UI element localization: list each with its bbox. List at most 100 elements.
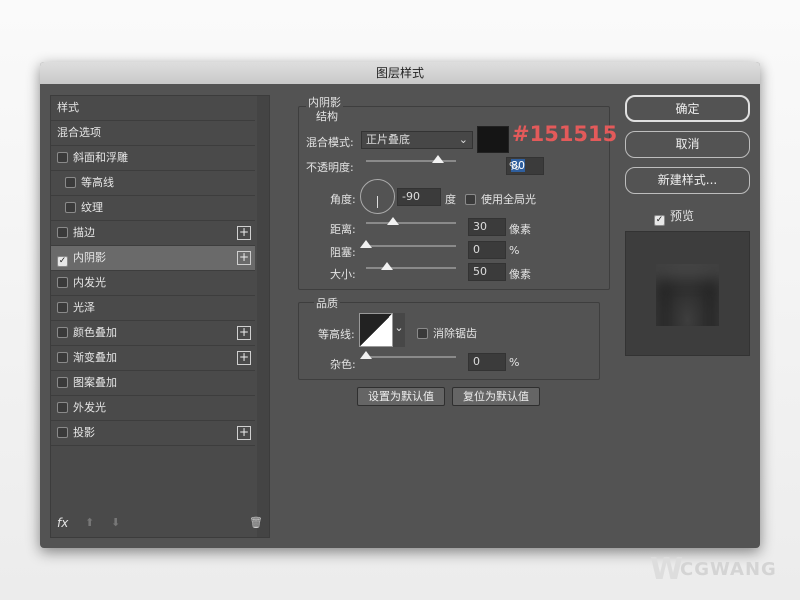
opacity-label: 不透明度:	[306, 161, 354, 174]
effects-list: 样式混合选项斜面和浮雕等高线纹理描边 + ✓ 内阴影 + 内发光光泽颜色叠加 + 渐变叠加 + 图…	[50, 95, 270, 538]
contour-label: 等高线:	[318, 328, 355, 341]
size-input[interactable]: 50	[468, 263, 506, 281]
checkbox[interactable]	[65, 177, 76, 188]
sidebar-item-label: 描边	[73, 226, 95, 239]
sidebar-item[interactable]: 描边 +	[51, 221, 255, 246]
checkbox[interactable]	[57, 227, 68, 238]
checkbox[interactable]	[57, 277, 68, 288]
slider-thumb[interactable]	[360, 240, 372, 248]
sidebar-item-label: 投影	[73, 426, 95, 439]
sidebar-item-label: 混合选项	[57, 126, 101, 139]
checkbox[interactable]	[57, 152, 68, 163]
sidebar-item[interactable]: 颜色叠加 +	[51, 321, 255, 346]
add-icon[interactable]: +	[237, 251, 251, 265]
checkbox[interactable]	[57, 352, 68, 363]
sidebar-item-label: 纹理	[81, 201, 103, 214]
sidebar-item-label: 内阴影	[73, 251, 106, 264]
checkbox[interactable]: ✓	[57, 256, 68, 267]
angle-dial[interactable]	[360, 179, 395, 214]
angle-label: 角度:	[330, 193, 356, 206]
sidebar-item-label: 外发光	[73, 401, 106, 414]
slider-thumb[interactable]	[381, 262, 393, 270]
noise-label: 杂色:	[330, 358, 356, 371]
move-up-icon[interactable]: ⬆	[85, 516, 94, 529]
sidebar-item[interactable]: ✓ 内阴影 +	[51, 246, 255, 271]
preview-box	[625, 231, 750, 356]
new-style-button[interactable]: 新建样式...	[625, 167, 750, 194]
choke-label: 阻塞:	[330, 246, 356, 259]
sidebar-item[interactable]: 内发光	[51, 271, 255, 296]
ok-button[interactable]: 确定	[625, 95, 750, 122]
layer-style-dialog: 图层样式 样式 混合选项 斜面和浮雕 等高线 纹理 描边 + ✓ 内阴影 + 内发光 光泽 颜色叠加 + 渐…	[40, 62, 760, 548]
add-icon[interactable]: +	[237, 351, 251, 365]
sidebar-item[interactable]: 斜面和浮雕	[51, 146, 255, 171]
cancel-button[interactable]: 取消	[625, 131, 750, 158]
sidebar-item-label: 等高线	[81, 176, 114, 189]
sidebar-item-label: 光泽	[73, 301, 95, 314]
sidebar-item-label: 颜色叠加	[73, 326, 117, 339]
noise-slider[interactable]	[360, 351, 456, 359]
sidebar-item[interactable]: 样式	[51, 96, 255, 121]
noise-input[interactable]: 0	[468, 353, 506, 371]
check-icon: ✓	[654, 215, 665, 226]
scrollbar[interactable]	[257, 96, 269, 537]
reset-default-button[interactable]: 复位为默认值	[452, 387, 540, 406]
slider-thumb[interactable]	[360, 351, 372, 359]
checkbox[interactable]	[57, 302, 68, 313]
preview-swatch	[656, 264, 719, 326]
sidebar-item-label: 图案叠加	[73, 376, 117, 389]
blend-mode-value: 正片叠底	[366, 133, 410, 146]
color-annotation: #151515	[512, 122, 618, 146]
contour-dropdown-chevron-icon[interactable]: ⌄	[393, 313, 405, 347]
add-icon[interactable]: +	[237, 226, 251, 240]
antialias-checkbox[interactable]: 消除锯齿	[417, 325, 477, 341]
dialog-title: 图层样式	[40, 62, 760, 84]
slider-thumb[interactable]	[387, 217, 399, 225]
checkbox[interactable]	[57, 402, 68, 413]
sidebar-item[interactable]: 外发光	[51, 396, 255, 421]
choke-unit: %	[509, 244, 520, 257]
slider-thumb[interactable]	[432, 155, 444, 163]
distance-label: 距离:	[330, 223, 356, 236]
color-swatch[interactable]	[477, 126, 509, 153]
preview-checkbox[interactable]: ✓ 预览	[654, 207, 694, 226]
sidebar-item-label: 内发光	[73, 276, 106, 289]
quality-title: 品质	[314, 295, 340, 311]
move-down-icon[interactable]: ⬇	[111, 516, 120, 529]
choke-slider[interactable]	[360, 240, 456, 248]
size-unit: 像素	[509, 268, 531, 281]
watermark-logo: W CGWANG	[650, 552, 777, 587]
add-icon[interactable]: +	[237, 326, 251, 340]
section-title: 结构	[316, 110, 338, 123]
sidebar-item-label: 斜面和浮雕	[73, 151, 128, 164]
blend-mode-label: 混合模式:	[306, 136, 354, 149]
sidebar-item[interactable]: 混合选项	[51, 121, 255, 146]
blend-mode-select[interactable]: 正片叠底 ⌄	[361, 131, 473, 149]
checkbox[interactable]	[57, 377, 68, 388]
contour-picker[interactable]	[359, 313, 393, 347]
distance-input[interactable]: 30	[468, 218, 506, 236]
sidebar-item[interactable]: 等高线	[51, 171, 255, 196]
checkbox[interactable]	[57, 427, 68, 438]
distance-unit: 像素	[509, 223, 531, 236]
checkbox[interactable]	[65, 202, 76, 213]
global-light-checkbox[interactable]: 使用全局光	[465, 191, 536, 207]
sidebar-item[interactable]: 投影 +	[51, 421, 255, 446]
size-slider[interactable]	[366, 262, 456, 270]
sidebar-item[interactable]: 图案叠加	[51, 371, 255, 396]
sidebar-item[interactable]: 渐变叠加 +	[51, 346, 255, 371]
fx-button[interactable]: fx	[57, 516, 68, 530]
opacity-slider[interactable]	[366, 155, 456, 163]
sidebar-item-label: 样式	[57, 101, 79, 114]
distance-slider[interactable]	[366, 217, 456, 225]
angle-input[interactable]: -90	[397, 188, 441, 206]
set-default-button[interactable]: 设置为默认值	[357, 387, 445, 406]
sidebar-item[interactable]: 光泽	[51, 296, 255, 321]
sidebar-item-label: 渐变叠加	[73, 351, 117, 364]
checkbox[interactable]	[57, 327, 68, 338]
sidebar-item[interactable]: 纹理	[51, 196, 255, 221]
angle-unit: 度	[445, 193, 456, 206]
add-icon[interactable]: +	[237, 426, 251, 440]
choke-input[interactable]: 0	[468, 241, 506, 259]
trash-icon[interactable]: 🗑	[249, 516, 263, 529]
